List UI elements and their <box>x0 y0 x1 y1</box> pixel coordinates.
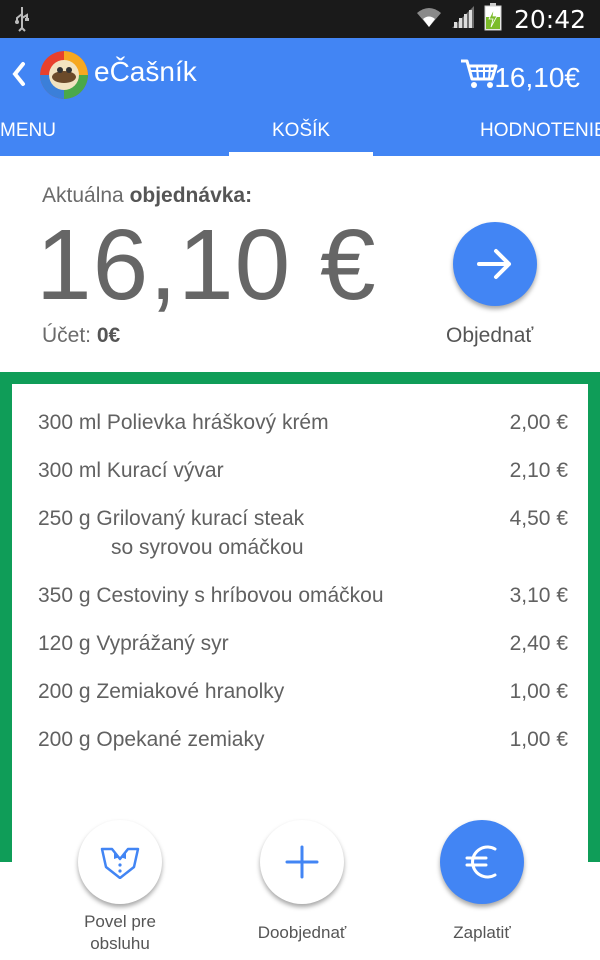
status-time: 20:42 <box>513 4 586 34</box>
call-staff-label: Povel pre obsluhu <box>84 912 156 953</box>
order-button[interactable] <box>453 222 537 306</box>
add-more-button[interactable] <box>260 820 344 904</box>
back-icon[interactable] <box>10 60 28 92</box>
tab-menu[interactable]: MENU <box>0 120 56 142</box>
euro-icon <box>465 845 497 879</box>
cart-icon[interactable] <box>460 58 498 94</box>
signal-icon <box>450 5 476 33</box>
arrow-right-icon <box>477 249 511 279</box>
order-label: Aktuálna objednávka: <box>42 184 253 207</box>
order-button-label: Objednať <box>446 324 534 347</box>
app-bar: eČašník 16,10€ MENU KOŠÍK HODNOTENIE <box>0 38 600 156</box>
call-staff-button[interactable] <box>78 820 162 904</box>
list-item[interactable]: 250 g Grilovaný kurací steak so syrovou … <box>38 504 568 562</box>
wifi-icon <box>416 6 442 32</box>
waiter-icon <box>100 847 140 879</box>
usb-icon <box>14 6 30 36</box>
add-more-label: Doobjednať <box>257 923 347 942</box>
pay-button[interactable] <box>440 820 524 904</box>
tab-cart[interactable]: KOŠÍK <box>272 120 330 142</box>
status-bar: 20:42 <box>0 0 600 38</box>
tab-bar: MENU KOŠÍK HODNOTENIE <box>0 116 600 156</box>
account-balance: Účet: 0€ <box>42 324 121 347</box>
pay-label: Zaplatiť <box>453 923 511 942</box>
app-logo <box>40 51 88 99</box>
cart-total[interactable]: 16,10€ <box>494 62 580 94</box>
current-order-card: Aktuálna objednávka: 16,10 € Účet: 0€ Ob… <box>0 156 600 372</box>
battery-charging-icon <box>484 3 502 35</box>
app-title: eČašník <box>94 56 197 87</box>
order-total: 16,10 € <box>36 209 377 321</box>
tab-rating[interactable]: HODNOTENIE <box>480 120 600 142</box>
plus-icon <box>285 845 319 879</box>
